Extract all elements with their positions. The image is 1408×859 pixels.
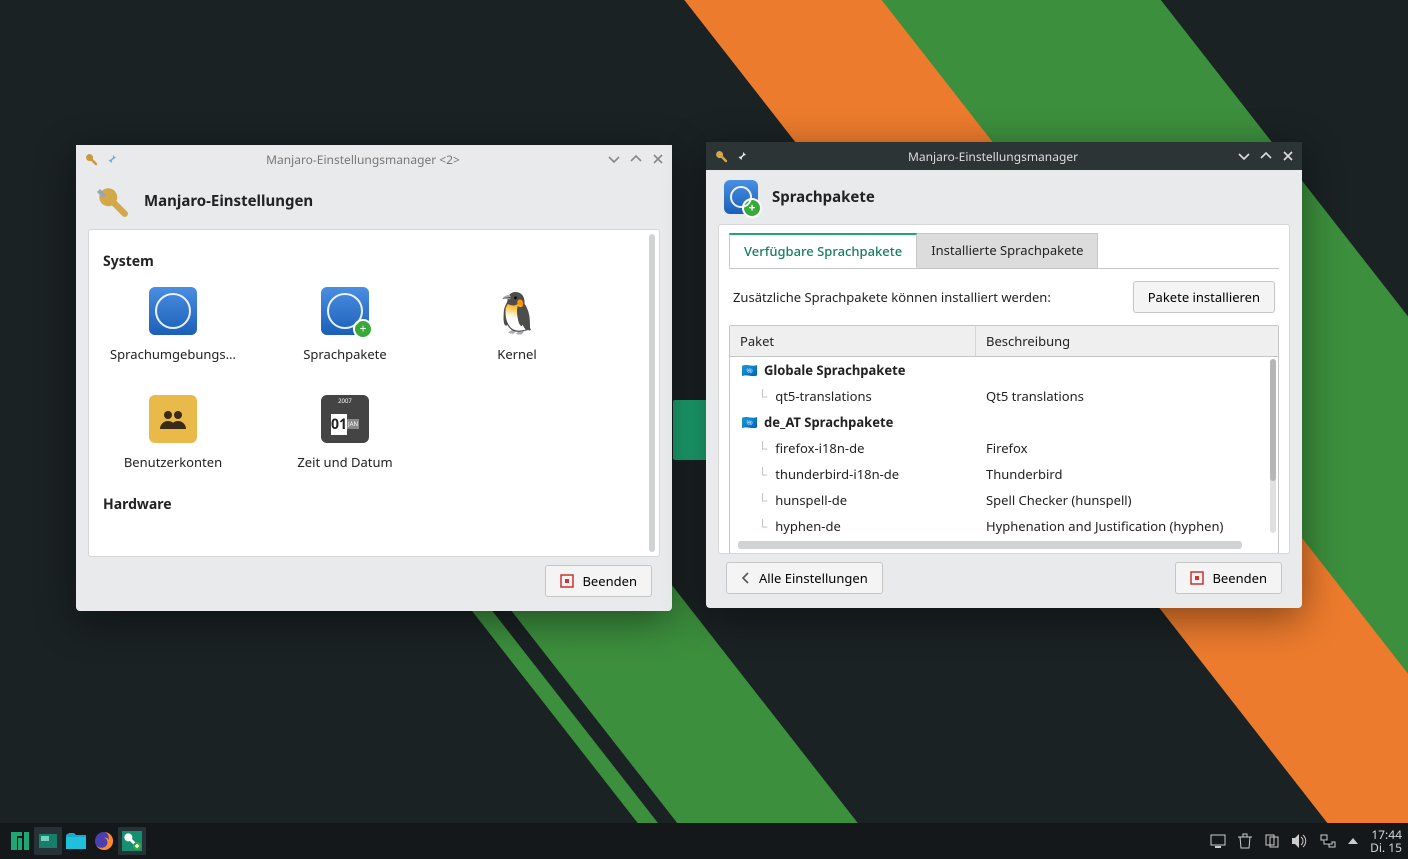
item-language-packs[interactable]: Sprachpakete [275,287,415,363]
clock[interactable]: 17:44 Di. 15 [1370,828,1402,854]
task-settings-manager[interactable] [118,827,146,855]
window-title: Manjaro-Einstellungsmanager [748,148,1238,165]
install-button[interactable]: Pakete installieren [1133,281,1275,313]
volume-icon[interactable] [1292,834,1308,848]
content-area: System Sprachumgebungs… Sprachpakete 🐧 K… [88,229,660,557]
item-locale[interactable]: Sprachumgebungs… [103,287,243,363]
item-users[interactable]: Benutzerkonten [103,395,243,471]
category-hardware: Hardware [99,489,649,522]
manjaro-icon [11,832,29,850]
page-title: Sprachpakete [772,187,875,207]
content-area: Verfügbare Sprachpakete Installierte Spr… [718,224,1290,554]
subtext: Zusätzliche Sprachpakete können installi… [733,288,1051,306]
firefox-icon [94,831,114,851]
quit-icon [560,574,574,588]
wrench-icon [84,152,98,166]
clipboard-icon[interactable] [1264,833,1280,849]
desktop-icon [39,834,57,848]
package-row[interactable]: └thunderbird-i18n-deThunderbird [730,461,1278,487]
task-files[interactable] [62,827,90,855]
window-settings-overview: Manjaro-Einstellungsmanager <2> Manjaro-… [76,145,672,611]
category-system: System [99,246,649,279]
wrench-icon [94,183,130,219]
close-icon[interactable] [652,153,664,165]
maximize-icon[interactable] [630,153,642,165]
network-icon[interactable] [1320,834,1336,848]
pin-icon[interactable] [106,153,118,165]
start-menu-button[interactable] [6,827,34,855]
col-package[interactable]: Paket [730,326,976,356]
window-title: Manjaro-Einstellungsmanager <2> [118,151,608,168]
page-header: Manjaro-Einstellungen [76,173,672,229]
titlebar[interactable]: Manjaro-Einstellungsmanager <2> [76,145,672,173]
page-title: Manjaro-Einstellungen [144,191,313,211]
tab-available[interactable]: Verfügbare Sprachpakete [729,233,917,268]
window-language-packs: Manjaro-Einstellungsmanager Sprachpakete… [706,142,1302,608]
all-settings-button[interactable]: Alle Einstellungen [726,562,883,594]
system-tray: 17:44 Di. 15 [1210,828,1402,854]
task-desktop[interactable] [34,827,62,855]
maximize-icon[interactable] [1260,150,1272,162]
tux-icon: 🐧 [493,287,541,335]
trash-icon[interactable] [1238,833,1252,849]
task-firefox[interactable] [90,827,118,855]
taskbar: 17:44 Di. 15 [0,823,1408,859]
flag-icon: 🇺🇳 [740,361,760,379]
users-icon [149,395,197,443]
globe-plus-icon [321,287,369,335]
package-row[interactable]: └hyphen-deHyphenation and Justification … [730,513,1278,535]
tab-installed[interactable]: Installierte Sprachpakete [916,233,1098,268]
date: Di. 15 [1370,841,1402,854]
scrollbar-horizontal[interactable] [738,541,1242,549]
package-row[interactable]: └firefox-i18n-deFirefox [730,435,1278,461]
globe-icon [149,287,197,335]
globe-plus-icon [724,180,758,214]
page-header: Sprachpakete [706,170,1302,224]
close-icon[interactable] [1282,150,1294,162]
item-kernel[interactable]: 🐧 Kernel [447,287,587,363]
item-time-date[interactable]: 01JAN Zeit und Datum [275,395,415,471]
package-group[interactable]: 🇺🇳de_AT Sprachpakete [730,409,1278,435]
col-description[interactable]: Beschreibung [976,326,1278,356]
quit-button[interactable]: Beenden [545,565,652,597]
folder-icon [66,833,86,849]
wrench-icon [714,149,728,163]
settings-manager-icon [122,831,142,851]
desktop-tray-icon[interactable] [1210,834,1226,848]
quit-icon [1190,571,1204,585]
pin-icon[interactable] [736,150,748,162]
minimize-icon[interactable] [608,153,620,165]
tabs: Verfügbare Sprachpakete Installierte Spr… [729,233,1279,269]
titlebar[interactable]: Manjaro-Einstellungsmanager [706,142,1302,170]
scrollbar[interactable] [1270,359,1276,533]
package-row[interactable]: └hunspell-deSpell Checker (hunspell) [730,487,1278,513]
scrollbar[interactable] [649,234,655,552]
chevron-left-icon [741,572,751,584]
package-row[interactable]: └qt5-translationsQt5 translations [730,383,1278,409]
package-table: Paket Beschreibung 🇺🇳Globale Sprachpaket… [729,325,1279,554]
quit-button[interactable]: Beenden [1175,562,1282,594]
calendar-icon: 01JAN [321,395,369,443]
flag-icon: 🇺🇳 [740,413,760,431]
chevron-up-icon[interactable] [1348,837,1358,845]
package-group[interactable]: 🇺🇳Globale Sprachpakete [730,357,1278,383]
minimize-icon[interactable] [1238,150,1250,162]
